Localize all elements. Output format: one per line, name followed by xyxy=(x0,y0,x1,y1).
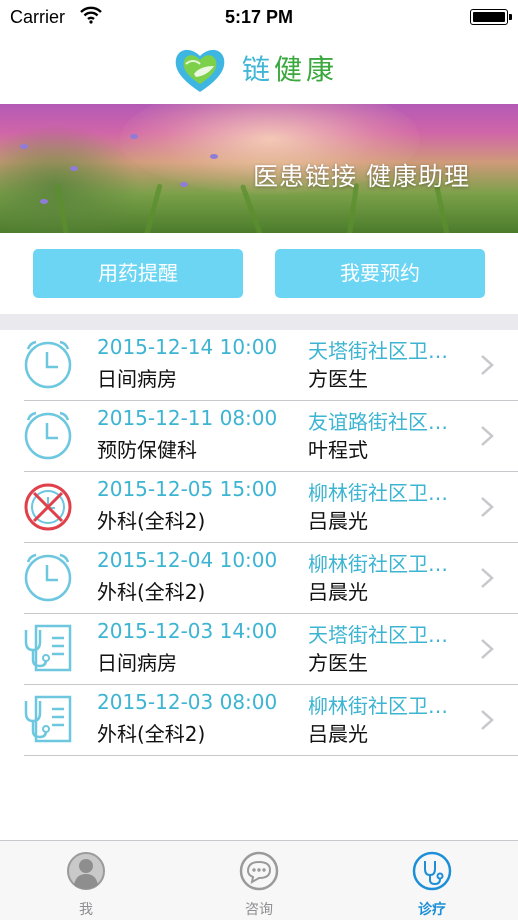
tab-label: 我 xyxy=(79,902,93,918)
appointment-row[interactable]: 2015-12-11 08:00 预防保健科 友谊路街社区… 叶程式 xyxy=(0,401,518,472)
banner-flower xyxy=(40,199,48,204)
appointment-location: 友谊路街社区… xyxy=(308,410,448,434)
appointment-department: 外科(全科2) xyxy=(97,722,206,746)
make-appointment-button[interactable]: 我要预约 xyxy=(275,249,485,298)
appointment-doctor: 吕晨光 xyxy=(308,722,368,746)
battery-icon xyxy=(470,9,512,25)
banner-flower xyxy=(130,134,138,139)
banner-foliage xyxy=(0,124,140,233)
tab-me[interactable]: 我 xyxy=(0,841,172,920)
app-header: 链健康 xyxy=(0,34,518,104)
chevron-right-icon xyxy=(481,426,494,446)
appointment-department: 日间病房 xyxy=(97,651,177,675)
clock-icon xyxy=(24,553,72,602)
app-title-part2: 健康 xyxy=(274,53,339,86)
banner-image: 医患链接 健康助理 xyxy=(0,104,518,233)
tab-treatment[interactable]: 诊疗 xyxy=(346,841,518,920)
appointment-row[interactable]: 2015-12-04 10:00 外科(全科2) 柳林街社区卫… 吕晨光 xyxy=(0,543,518,614)
tab-label: 咨询 xyxy=(245,902,273,918)
appointment-doctor: 方医生 xyxy=(308,367,368,391)
appointment-datetime: 2015-12-04 10:00 xyxy=(97,548,278,572)
medication-reminder-button[interactable]: 用药提醒 xyxy=(33,249,243,298)
tab-consult[interactable]: 咨询 xyxy=(173,841,345,920)
appointment-datetime: 2015-12-03 14:00 xyxy=(97,619,278,643)
appointment-doctor: 方医生 xyxy=(308,651,368,675)
appointment-department: 外科(全科2) xyxy=(97,509,206,533)
appointment-datetime: 2015-12-03 08:00 xyxy=(97,690,278,714)
clock-icon xyxy=(24,411,72,460)
chevron-right-icon xyxy=(481,568,494,588)
banner-flower xyxy=(20,144,28,149)
banner-flower xyxy=(70,166,78,171)
appointment-department: 外科(全科2) xyxy=(97,580,206,604)
cancelled-clock-icon xyxy=(24,483,72,531)
chat-bubble-icon xyxy=(239,851,279,891)
appointment-datetime: 2015-12-11 08:00 xyxy=(97,406,278,430)
appointment-doctor: 叶程式 xyxy=(308,438,368,462)
appointment-department: 预防保健科 xyxy=(97,438,197,462)
appointment-location: 柳林街社区卫… xyxy=(308,481,448,505)
appointment-location: 天塔街社区卫… xyxy=(308,623,448,647)
heart-logo-icon xyxy=(175,49,225,92)
appointment-location: 柳林街社区卫… xyxy=(308,552,448,576)
appointment-doctor: 吕晨光 xyxy=(308,580,368,604)
tab-bar: 我 咨询 诊疗 xyxy=(0,840,518,920)
banner-tagline: 医患链接 健康助理 xyxy=(253,162,470,191)
chevron-right-icon xyxy=(481,639,494,659)
appointment-doctor: 吕晨光 xyxy=(308,509,368,533)
status-time: 5:17 PM xyxy=(224,7,294,27)
appointment-datetime: 2015-12-14 10:00 xyxy=(97,335,278,359)
stethoscope-icon xyxy=(412,851,452,891)
stethoscope-record-icon xyxy=(24,624,72,672)
stethoscope-record-icon xyxy=(24,695,72,743)
chevron-right-icon xyxy=(481,497,494,517)
appointment-row[interactable]: 2015-12-05 15:00 外科(全科2) 柳林街社区卫… 吕晨光 xyxy=(0,472,518,543)
appointment-department: 日间病房 xyxy=(97,367,177,391)
app-title-part1: 链 xyxy=(242,53,275,86)
tab-label: 诊疗 xyxy=(418,902,446,918)
appointment-row[interactable]: 2015-12-03 14:00 日间病房 天塔街社区卫… 方医生 xyxy=(0,614,518,685)
banner-flower xyxy=(210,154,218,159)
appointment-datetime: 2015-12-05 15:00 xyxy=(97,477,278,501)
status-bar: Carrier 5:17 PM xyxy=(0,0,518,34)
banner-flower xyxy=(180,182,188,187)
appointment-list: 2015-12-14 10:00 日间病房 天塔街社区卫… 方医生 2015-1… xyxy=(0,330,518,756)
appointment-row[interactable]: 2015-12-03 08:00 外科(全科2) 柳林街社区卫… 吕晨光 xyxy=(0,685,518,756)
chevron-right-icon xyxy=(481,710,494,730)
section-divider xyxy=(0,314,518,330)
appointment-location: 柳林街社区卫… xyxy=(308,694,448,718)
banner-grass xyxy=(142,183,163,233)
clock-icon xyxy=(24,340,72,389)
appointment-row[interactable]: 2015-12-14 10:00 日间病房 天塔街社区卫… 方医生 xyxy=(0,330,518,401)
row-separator xyxy=(24,755,518,756)
appointment-location: 天塔街社区卫… xyxy=(308,339,448,363)
person-icon xyxy=(67,852,105,890)
app-title: 链健康 xyxy=(242,48,338,88)
chevron-right-icon xyxy=(481,355,494,375)
